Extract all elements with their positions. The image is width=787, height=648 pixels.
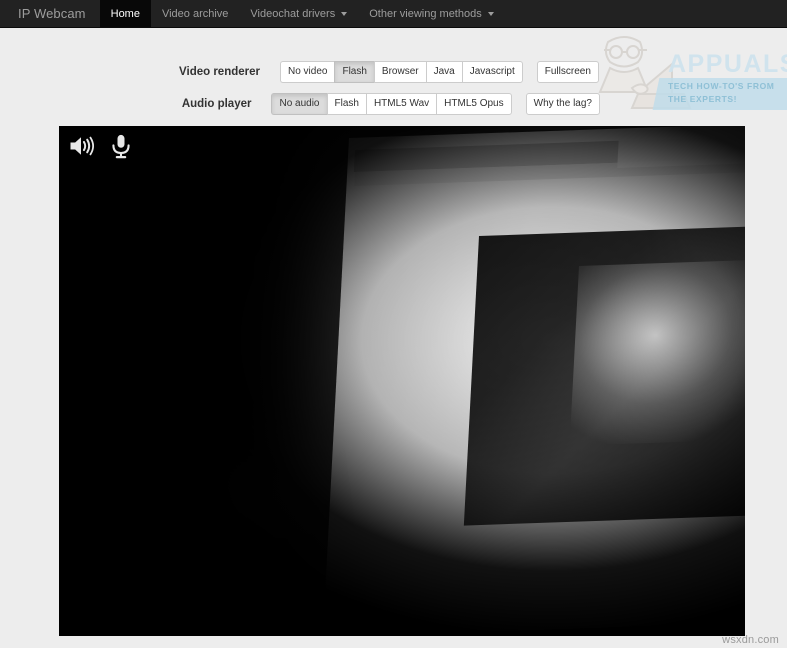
why-the-lag-button[interactable]: Why the lag? xyxy=(525,93,600,115)
video-renderer-label: Video renderer xyxy=(179,66,260,78)
top-navbar: IP Webcam Home Video archive Videochat d… xyxy=(0,0,787,28)
brand-logo[interactable]: IP Webcam xyxy=(0,0,100,27)
footer-source-url: wsxdn.com xyxy=(722,634,779,646)
video-renderer-button-group: No video Flash Browser Java Javascript xyxy=(280,61,523,83)
video-stream-player[interactable] xyxy=(59,126,745,636)
chevron-down-icon xyxy=(341,12,348,16)
fullscreen-button-group: Fullscreen xyxy=(536,61,599,83)
nav-item-videochat-drivers-label: Videochat drivers xyxy=(250,7,336,20)
cartoon-person-laptop-icon xyxy=(598,36,692,109)
audio-player-btn-no-audio[interactable]: No audio xyxy=(271,93,327,115)
nav-item-home[interactable]: Home xyxy=(99,0,151,27)
video-renderer-btn-flash[interactable]: Flash xyxy=(334,61,374,83)
video-renderer-btn-no-video[interactable]: No video xyxy=(280,61,335,83)
audio-player-label: Audio player xyxy=(181,98,252,110)
why-the-lag-button-group: Why the lag? xyxy=(525,93,600,115)
speaker-icon[interactable] xyxy=(67,132,95,160)
nav-item-videochat-drivers[interactable]: Videochat drivers xyxy=(239,0,358,27)
microphone-icon[interactable] xyxy=(107,132,135,160)
audio-player-row: Audio player No audio Flash HTML5 Wav HT… xyxy=(0,92,600,116)
video-renderer-row: Video renderer No video Flash Browser Ja… xyxy=(0,60,600,84)
watermark-title: APPUALS xyxy=(668,50,787,78)
video-vignette-overlay xyxy=(59,126,745,636)
watermark-subtitle: TECH HOW-TO'S FROM THE EXPERTS! xyxy=(668,81,775,104)
nav-item-video-archive-label: Video archive xyxy=(161,7,229,20)
nav-item-home-label: Home xyxy=(110,7,140,20)
video-renderer-btn-browser[interactable]: Browser xyxy=(373,61,426,83)
audio-player-btn-flash[interactable]: Flash xyxy=(326,93,366,115)
audio-player-btn-html5-wav[interactable]: HTML5 Wav xyxy=(365,93,437,115)
nav-item-other-viewing-methods[interactable]: Other viewing methods xyxy=(358,0,505,27)
nav-item-other-viewing-methods-label: Other viewing methods xyxy=(369,7,482,20)
video-frame-image xyxy=(59,126,745,636)
nav-item-video-archive[interactable]: Video archive xyxy=(151,0,239,27)
site-watermark: APPUALS TECH HOW-TO'S FROM THE EXPERTS! xyxy=(588,28,787,120)
fullscreen-button[interactable]: Fullscreen xyxy=(536,61,599,83)
video-renderer-btn-javascript[interactable]: Javascript xyxy=(461,61,523,83)
audio-player-btn-html5-opus[interactable]: HTML5 Opus xyxy=(436,93,512,115)
audio-player-button-group: No audio Flash HTML5 Wav HTML5 Opus xyxy=(271,93,512,115)
watermark-band xyxy=(652,78,787,110)
video-renderer-btn-java[interactable]: Java xyxy=(425,61,462,83)
video-overlay-controls xyxy=(67,132,135,160)
chevron-down-icon xyxy=(487,12,494,16)
